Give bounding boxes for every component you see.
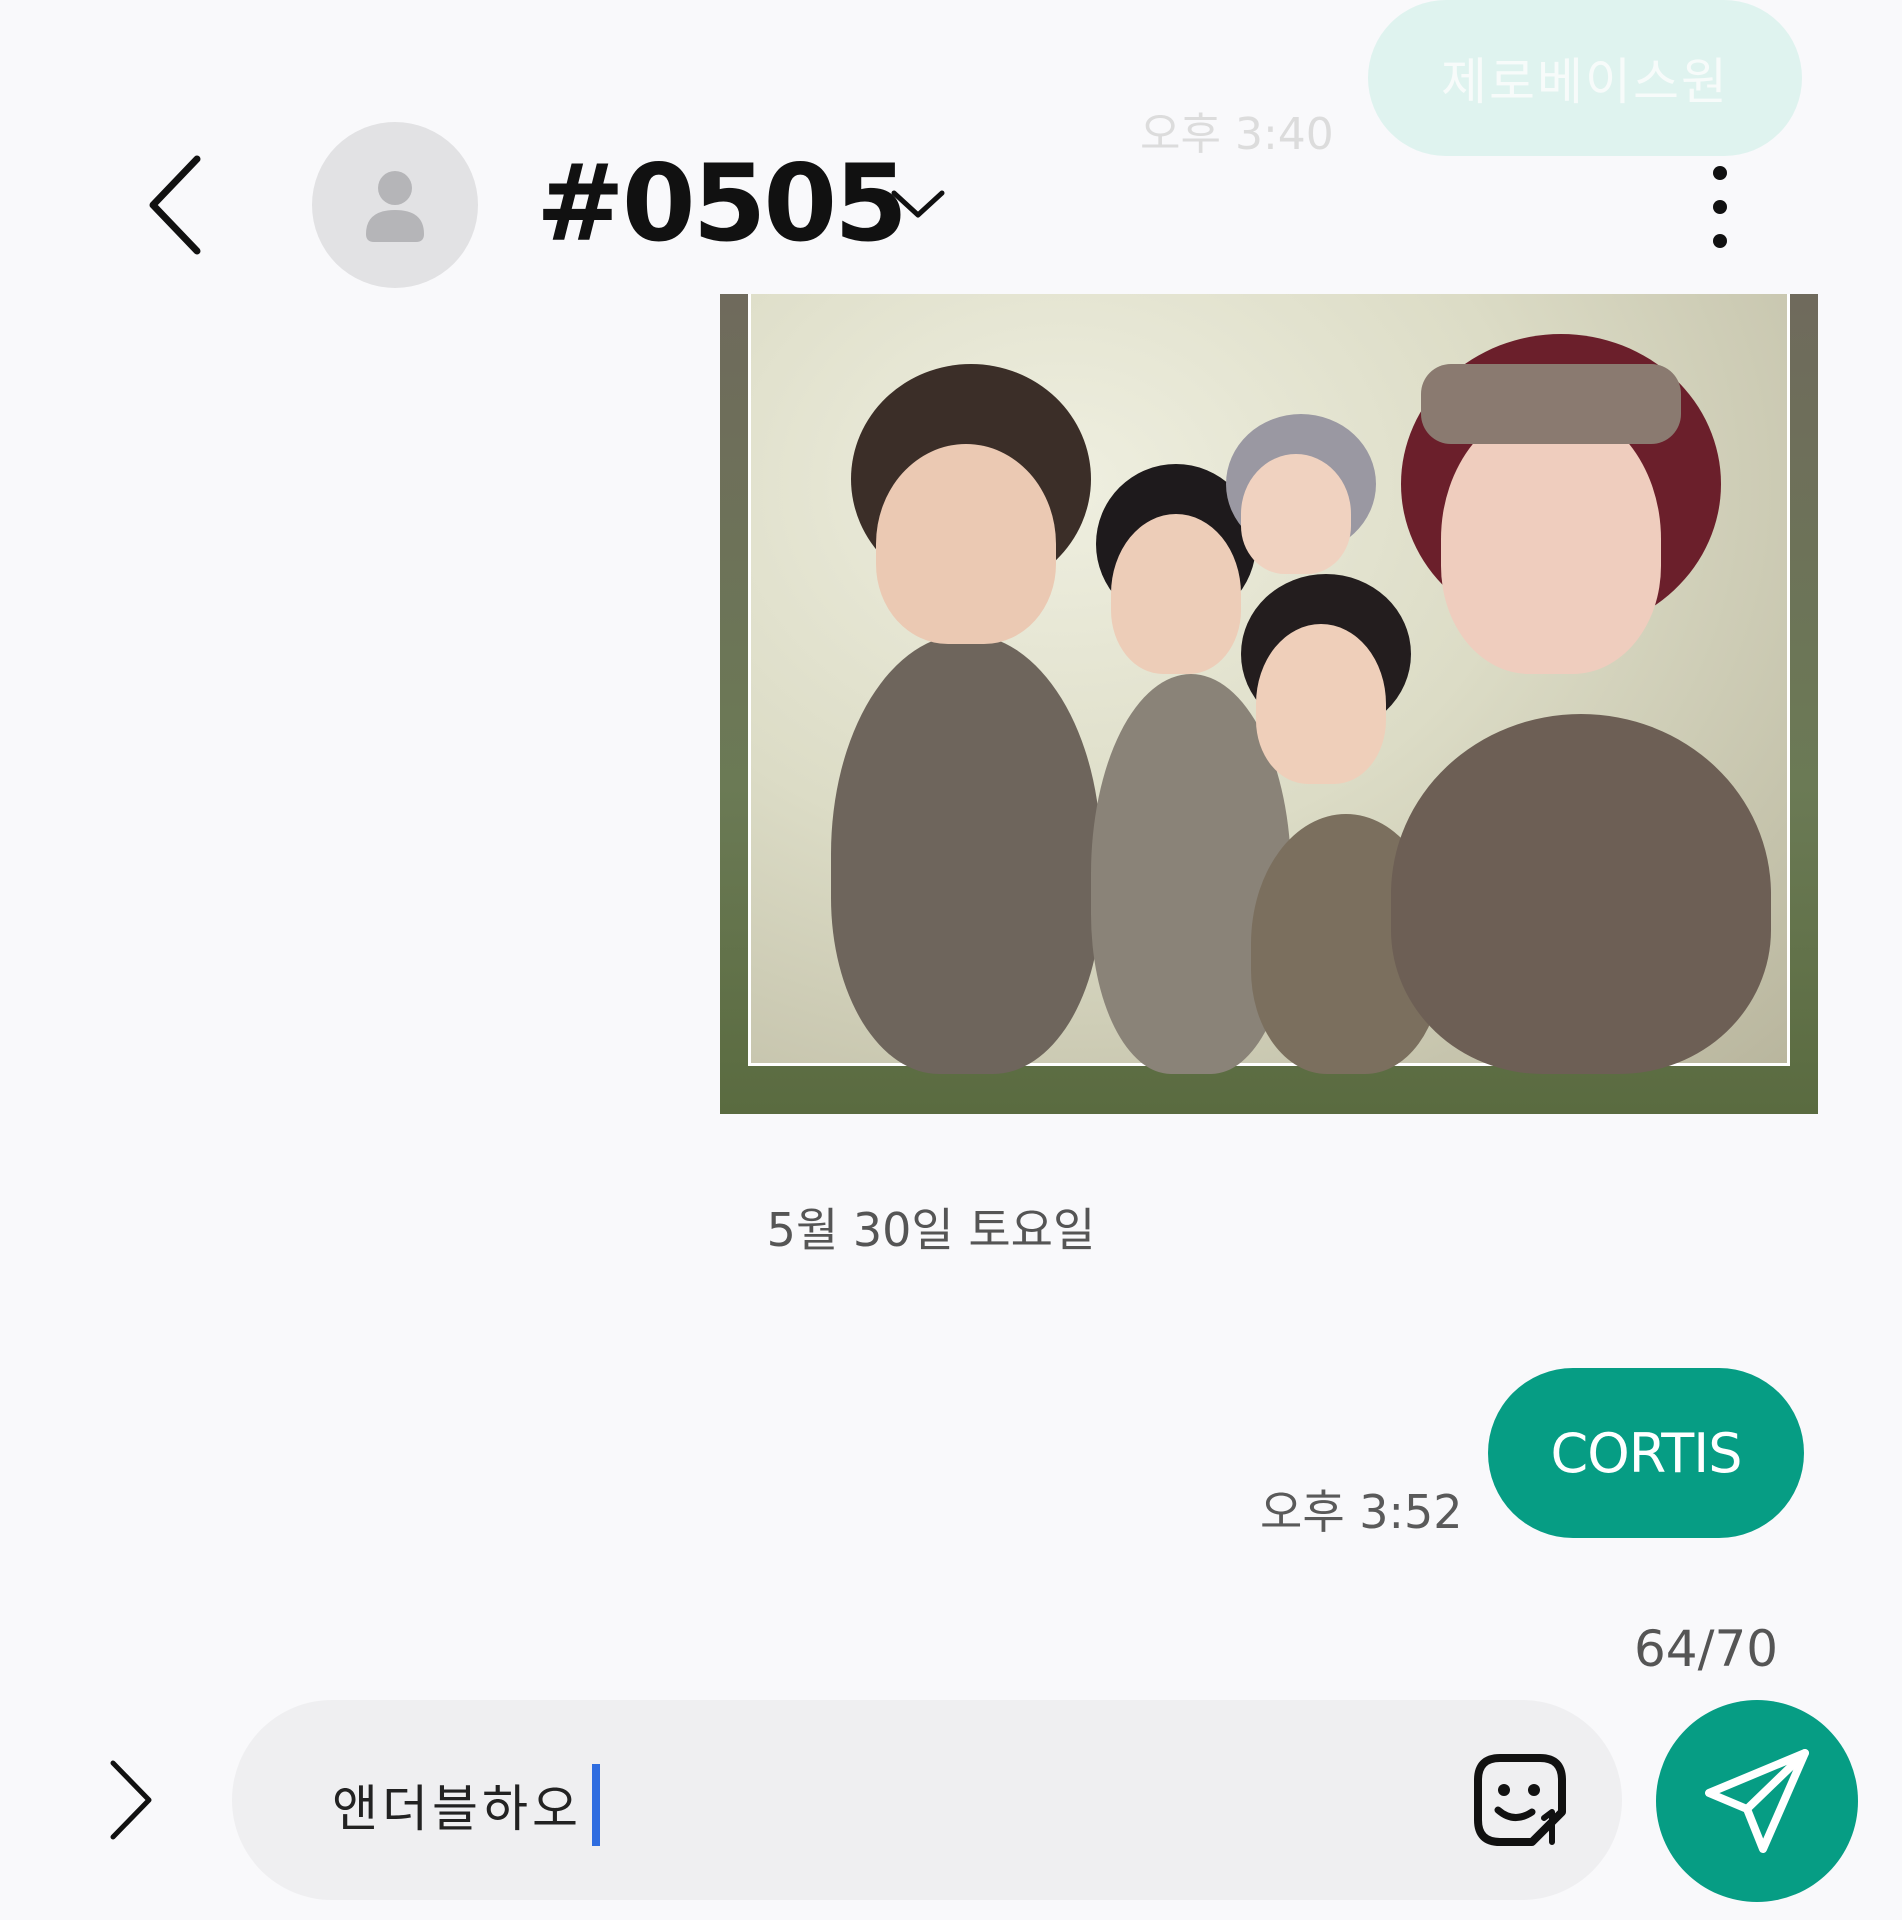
date-separator: 5월 30일 토요일 — [0, 1194, 1902, 1260]
send-icon — [1705, 1749, 1809, 1853]
conversation-title[interactable]: #0505 — [536, 134, 908, 274]
chevron-left-icon — [149, 155, 201, 255]
photo-figure — [831, 634, 1101, 1074]
photo-content — [748, 294, 1790, 1074]
contact-avatar[interactable] — [312, 122, 478, 288]
chevron-right-icon — [110, 1760, 152, 1840]
date-separator-label: 5월 30일 토요일 — [766, 1203, 1096, 1257]
character-counter: 64/70 — [1634, 1620, 1779, 1678]
more-vertical-icon — [1713, 166, 1727, 180]
text-caret — [592, 1764, 600, 1846]
chevron-down-icon — [891, 190, 945, 218]
photo-message[interactable] — [720, 294, 1818, 1114]
person-icon — [366, 171, 424, 242]
expand-attachments-button[interactable] — [96, 1750, 166, 1850]
sent-message-bubble[interactable]: CORTIS — [1488, 1368, 1804, 1538]
sent-message-time: 오후 3:52 — [1260, 1485, 1463, 1539]
conversation-header: #0505 — [0, 100, 1902, 300]
sent-message-text: CORTIS — [1550, 1421, 1743, 1485]
message-input[interactable]: 앤더블하오 — [232, 1700, 1622, 1900]
sticker-icon — [1474, 1754, 1566, 1846]
sticker-button[interactable] — [1470, 1750, 1570, 1850]
message-input-text: 앤더블하오 — [332, 1780, 582, 1838]
back-button[interactable] — [130, 150, 220, 260]
conversation-dropdown-button[interactable] — [880, 174, 956, 234]
send-button[interactable] — [1656, 1700, 1858, 1902]
more-options-button[interactable] — [1690, 152, 1750, 262]
